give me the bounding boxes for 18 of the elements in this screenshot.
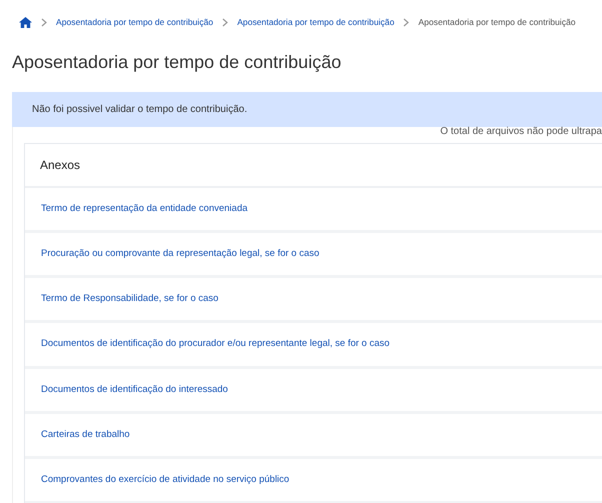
attachment-link[interactable]: Termo de Responsabilidade, se for o caso [25,278,602,324]
attachment-link[interactable]: Carteiras de trabalho [25,414,602,460]
attachment-link[interactable]: Documentos de identificação do interessado [25,368,602,414]
card-header: Anexos [25,144,602,188]
chevron-icon [403,18,410,26]
breadcrumb-current: Aposentadoria por tempo de contribuição [418,16,576,28]
attachment-link[interactable]: Termo de representação da entidade conveniada [25,188,602,233]
alert-message: Não foi possivel validar o tempo de contribuição. [12,92,602,127]
chevron-icon [222,18,228,26]
home-icon[interactable] [19,16,32,28]
file-limit-note: O total de arquivos não pode ultrapa [440,126,602,137]
breadcrumb-link[interactable]: Aposentadoria por tempo de contribuição [237,16,394,28]
chevron-icon [41,18,47,26]
breadcrumb-link[interactable]: Aposentadoria por tempo de contribuição [56,16,214,28]
attachment-link[interactable]: Documentos de identificação do procurador e/ou representante legal, se for o caso [25,323,602,369]
attachment-link[interactable]: Procuração ou comprovante da representação legal, se for o caso [25,232,602,278]
attachment-link[interactable]: Comprovantes do exercício de atividade no serviço público [25,459,602,503]
page-title: Aposentadoria por tempo de contribuição [12,52,342,74]
